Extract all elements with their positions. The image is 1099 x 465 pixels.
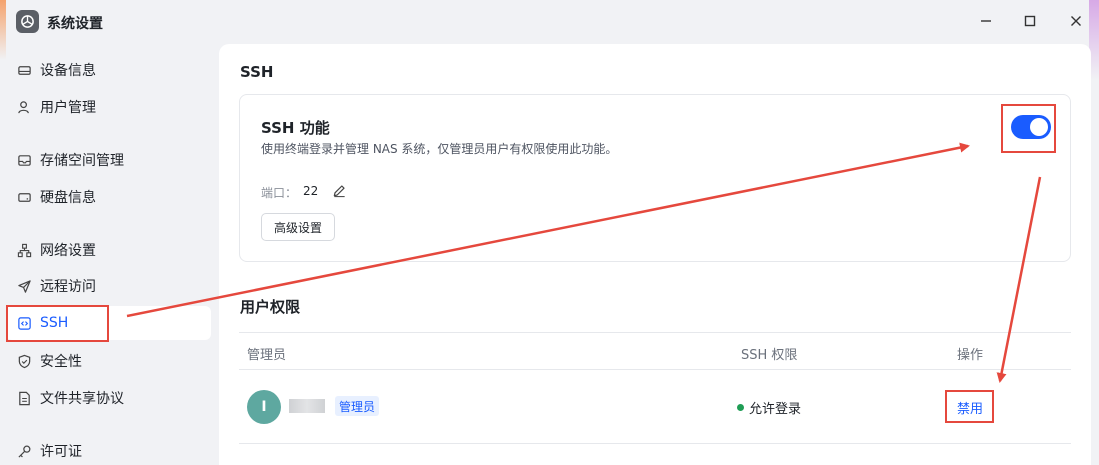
port-label: 端口： [261,186,298,200]
ssh-card-description: 使用终端登录并管理 NAS 系统，仅管理员用户有权限使用此功能。 [261,142,618,156]
window-title: 系统设置 [47,16,103,32]
sidebar-item-license[interactable]: 许可证 [6,434,211,465]
sidebar-item-label: 安全性 [40,354,82,370]
permissions-title: 用户权限 [240,298,301,316]
key-icon [16,443,32,459]
sidebar-item-security[interactable]: 安全性 [6,344,211,378]
shield-icon [16,353,32,369]
sidebar-item-label: 存储空间管理 [40,153,124,169]
admin-badge: 管理员 [335,396,380,416]
status-dot-icon [737,404,744,411]
sidebar-item-label: 许可证 [40,444,82,460]
sidebar-item-network[interactable]: 网络设置 [6,233,211,267]
ssh-card: SSH 功能 使用终端登录并管理 NAS 系统，仅管理员用户有权限使用此功能。 … [239,94,1071,262]
column-header-actions: 操作 [957,348,984,363]
pencil-icon[interactable] [332,183,348,199]
sidebar-item-label: 设备信息 [40,63,96,79]
file-icon [16,390,32,406]
annotation-box-toggle [1001,104,1056,153]
sidebar-item-storage[interactable]: 存储空间管理 [6,143,211,177]
column-header-admin: 管理员 [247,348,287,363]
sidebar-item-remote-access[interactable]: 远程访问 [6,269,211,303]
sidebar-item-label: 网络设置 [40,243,96,259]
column-header-ssh-permission: SSH 权限 [741,348,798,363]
annotation-box-ssh-nav [6,305,109,342]
sidebar-item-label: 文件共享协议 [40,391,124,407]
ssh-status: 允许登录 [737,398,801,417]
network-icon [16,242,32,258]
user-icon [16,99,32,115]
maximize-icon[interactable] [1021,12,1039,30]
annotation-box-disable [945,390,994,423]
sidebar-item-users[interactable]: 用户管理 [6,90,211,124]
ssh-status-text: 允许登录 [749,402,802,417]
advanced-settings-button[interactable]: 高级设置 [261,213,335,241]
sidebar-item-disks[interactable]: 硬盘信息 [6,180,211,214]
minimize-icon[interactable] [977,12,995,30]
sidebar: 设备信息 用户管理 存储空间管理 硬盘信息 网络设置 远程访问 SSH 安全性 … [0,50,218,465]
drive-icon [16,62,32,78]
title-bar: 系统设置 [0,0,1099,44]
sidebar-item-file-sharing[interactable]: 文件共享协议 [6,381,211,415]
port-value: 22 [303,184,319,198]
disk-icon [16,189,32,205]
send-icon [16,278,32,294]
page-title: SSH [240,63,274,81]
redacted-username [289,399,325,413]
permissions-table-header: 管理员 SSH 权限 操作 [239,332,1071,370]
close-icon[interactable] [1067,12,1085,30]
ssh-card-title: SSH 功能 [261,119,330,137]
sidebar-item-device-info[interactable]: 设备信息 [6,53,211,87]
sidebar-item-label: 用户管理 [40,100,96,116]
avatar: I [247,390,281,424]
sidebar-item-label: 硬盘信息 [40,190,96,206]
sidebar-item-label: 远程访问 [40,279,96,295]
settings-app-icon [16,10,39,33]
storage-icon [16,152,32,168]
